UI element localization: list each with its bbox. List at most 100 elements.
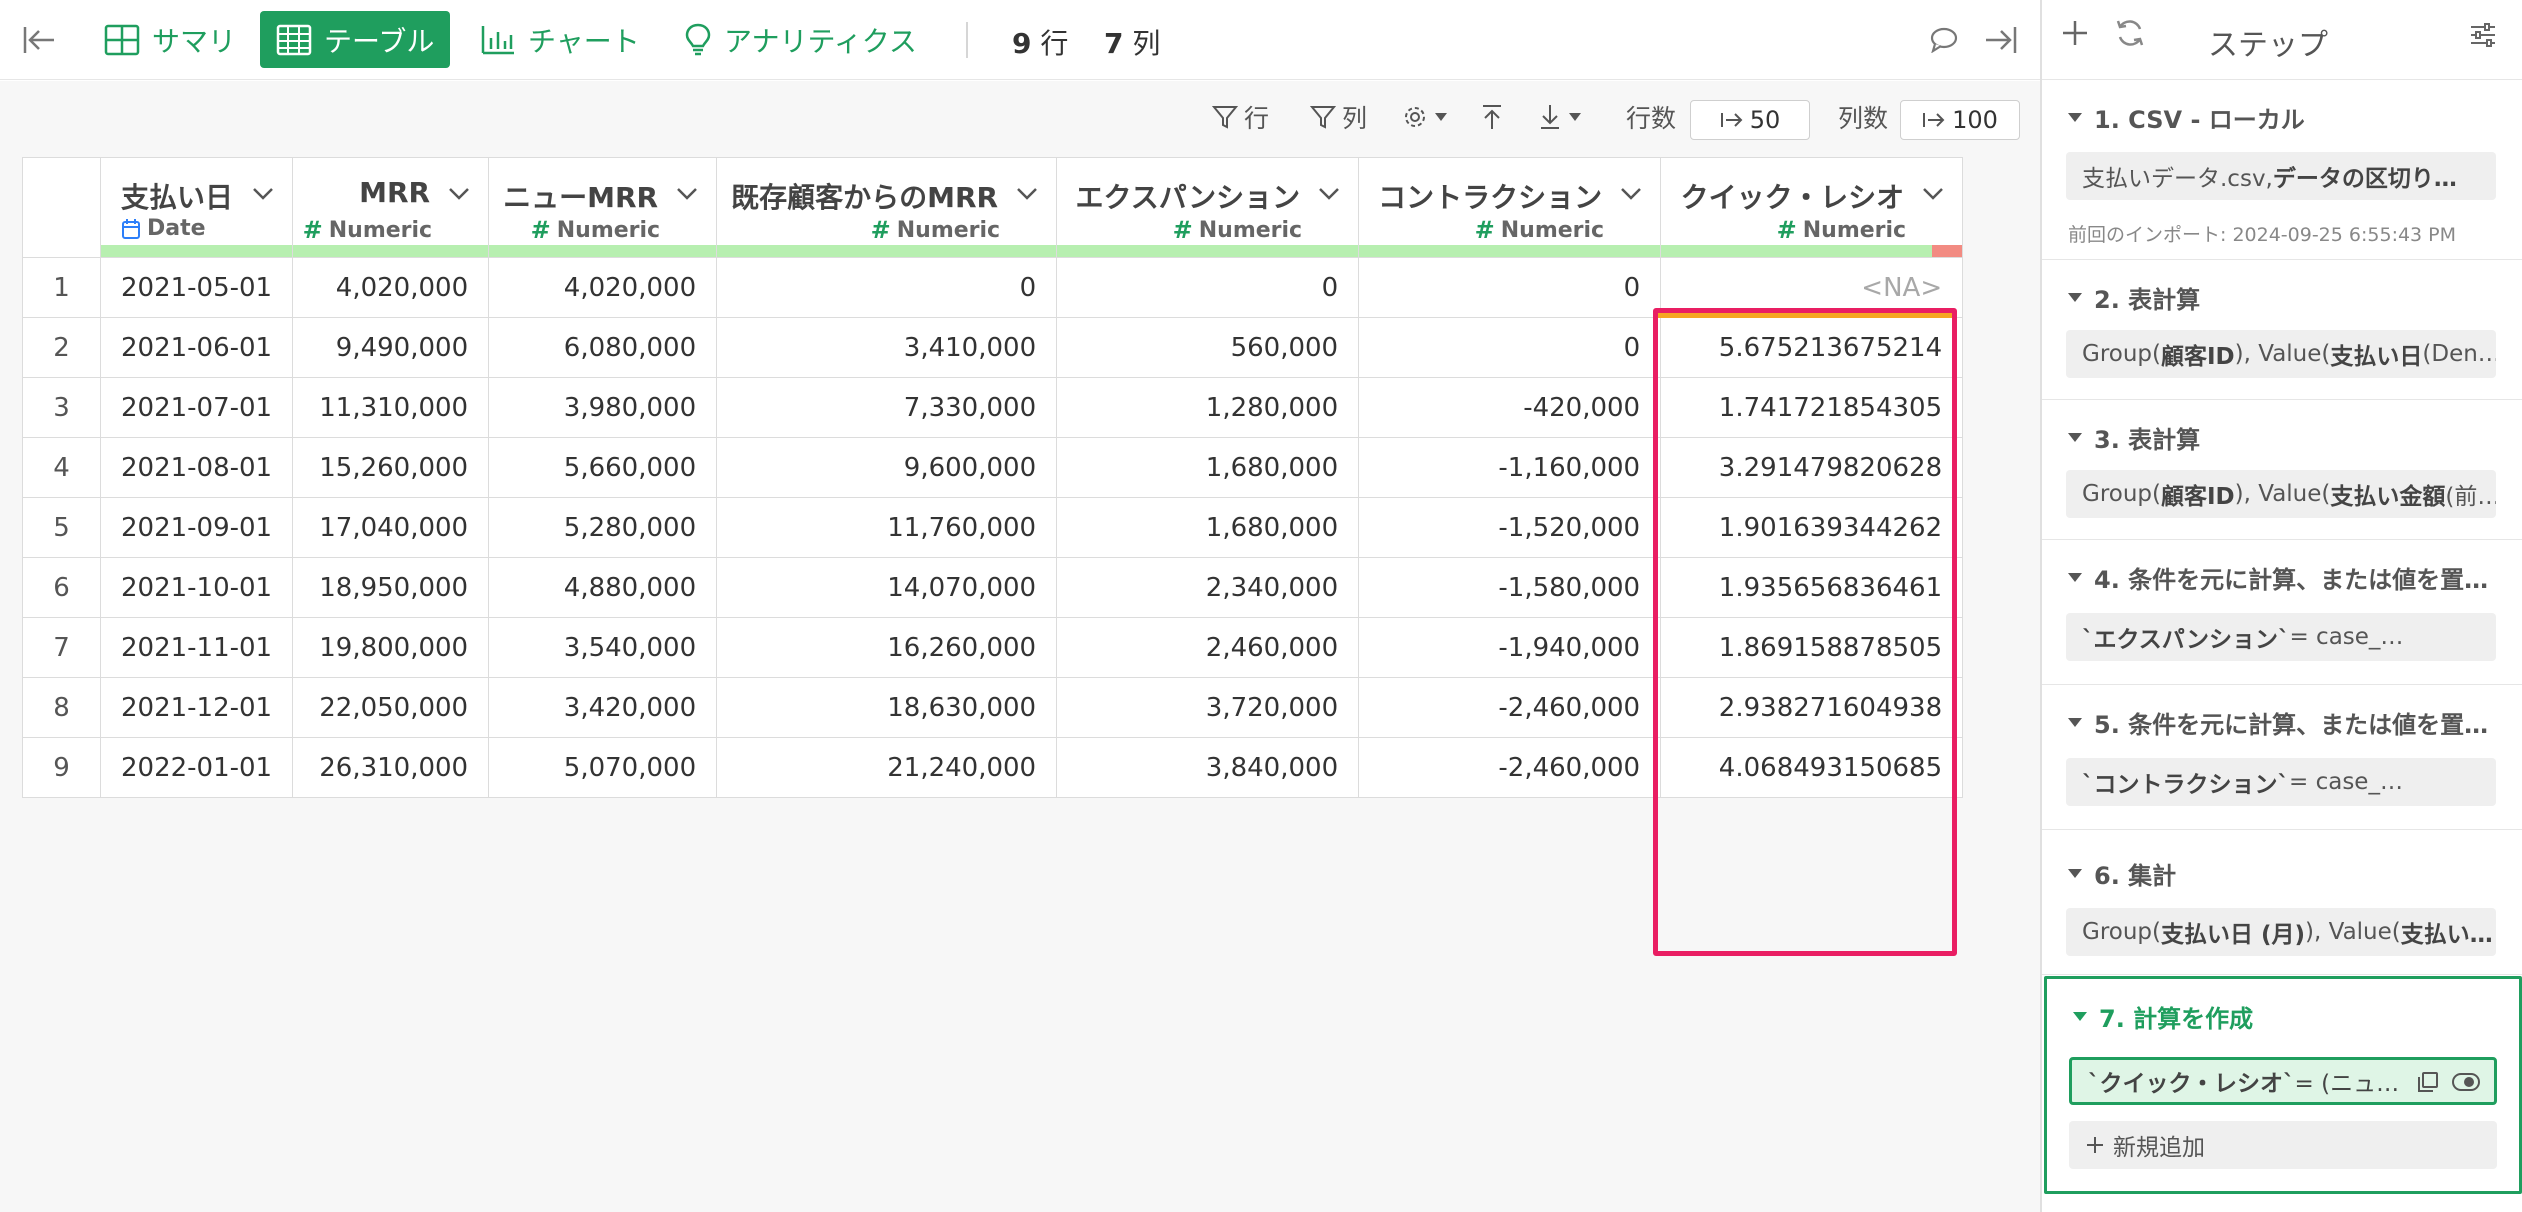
table-cell[interactable]: 2,460,000	[1056, 617, 1360, 678]
comment-icon[interactable]	[1922, 18, 1966, 62]
table-cell[interactable]: 560,000	[1056, 317, 1360, 378]
copy-icon[interactable]	[2416, 1070, 2440, 1094]
download-dropdown[interactable]	[1538, 99, 1582, 135]
table-cell[interactable]: 14,070,000	[716, 557, 1058, 618]
table-cell[interactable]: 2022-01-01	[99, 737, 294, 798]
table-cell[interactable]: 21,240,000	[716, 737, 1058, 798]
step-3[interactable]: 3. 表計算 Group(顧客ID), Value(支払い金額 (前…	[2042, 400, 2522, 540]
tab-analytics[interactable]: アナリティクス	[668, 11, 933, 68]
table-cell[interactable]: 3,410,000	[716, 317, 1058, 378]
table-cell[interactable]: 15,260,000	[292, 437, 490, 498]
table-cell[interactable]: -1,580,000	[1358, 557, 1662, 618]
add-new-step-button[interactable]: 新規追加	[2069, 1121, 2497, 1169]
chevron-down-icon[interactable]	[250, 180, 276, 206]
step-4-detail[interactable]: `エクスパンション` = case_…	[2066, 613, 2496, 661]
chevron-down-icon[interactable]	[1316, 180, 1342, 206]
table-cell[interactable]: 0	[716, 257, 1058, 318]
refresh-icon[interactable]	[2114, 18, 2158, 62]
table-cell[interactable]: -1,940,000	[1358, 617, 1662, 678]
table-cell[interactable]: 5,280,000	[488, 497, 718, 558]
table-cell[interactable]: -2,460,000	[1358, 737, 1662, 798]
tab-table[interactable]: テーブル	[260, 11, 451, 68]
step-2[interactable]: 2. 表計算 Group(顧客ID), Value(支払い日 (Den…	[2042, 260, 2522, 400]
table-cell[interactable]: 3,840,000	[1056, 737, 1360, 798]
column-header-new-mrr[interactable]: ニューMRR # Numeric	[488, 157, 718, 258]
step-2-detail[interactable]: Group(顧客ID), Value(支払い日 (Den…	[2066, 330, 2496, 378]
plus-icon[interactable]	[2060, 18, 2104, 62]
table-cell[interactable]: 4.068493150685	[1660, 737, 1964, 798]
cols-limit-input[interactable]: 100	[1900, 100, 2020, 140]
rows-limit-input[interactable]: 50	[1690, 100, 1810, 140]
column-filter-button[interactable]: 列	[1310, 99, 1367, 135]
column-header-contraction[interactable]: コントラクション # Numeric	[1358, 157, 1662, 258]
table-cell[interactable]: 22,050,000	[292, 677, 490, 738]
table-cell[interactable]: 4,880,000	[488, 557, 718, 618]
eye-icon[interactable]	[2452, 1070, 2480, 1094]
table-cell[interactable]: 5.675213675214	[1660, 317, 1964, 378]
table-cell[interactable]: 2021-09-01	[99, 497, 294, 558]
column-header-expansion[interactable]: エクスパンション # Numeric	[1056, 157, 1360, 258]
collapse-left-icon[interactable]	[14, 17, 64, 63]
table-cell[interactable]: 1,680,000	[1056, 497, 1360, 558]
table-cell[interactable]: 3,540,000	[488, 617, 718, 678]
table-cell[interactable]: 2,340,000	[1056, 557, 1360, 618]
table-cell[interactable]: 18,630,000	[716, 677, 1058, 738]
table-cell[interactable]: 1,680,000	[1056, 437, 1360, 498]
table-cell[interactable]: 5,070,000	[488, 737, 718, 798]
table-cell[interactable]: -1,520,000	[1358, 497, 1662, 558]
chevron-down-icon[interactable]	[446, 180, 472, 206]
column-header-quick-ratio[interactable]: クイック・レシオ # Numeric	[1660, 157, 1964, 258]
table-cell[interactable]: 3,980,000	[488, 377, 718, 438]
table-cell[interactable]: 11,760,000	[716, 497, 1058, 558]
table-cell[interactable]: 2021-10-01	[99, 557, 294, 618]
table-cell[interactable]: 2021-08-01	[99, 437, 294, 498]
table-cell[interactable]: 2021-05-01	[99, 257, 294, 318]
table-cell[interactable]: 0	[1358, 317, 1662, 378]
upload-button[interactable]	[1480, 99, 1504, 135]
table-cell[interactable]: 9,600,000	[716, 437, 1058, 498]
table-cell[interactable]: -1,160,000	[1358, 437, 1662, 498]
table-cell[interactable]: 16,260,000	[716, 617, 1058, 678]
table-cell[interactable]: -420,000	[1358, 377, 1662, 438]
table-cell[interactable]: 3,420,000	[488, 677, 718, 738]
expand-right-icon[interactable]	[1976, 17, 2026, 63]
tab-summary[interactable]: サマリ	[88, 11, 252, 68]
table-cell[interactable]: 2021-07-01	[99, 377, 294, 438]
step-6-detail[interactable]: Group(支払い日 (月)), Value(支払い…	[2066, 908, 2496, 956]
step-1-detail[interactable]: 支払いデータ.csv, データの区切り…	[2066, 152, 2496, 200]
chevron-down-icon[interactable]	[1014, 180, 1040, 206]
table-cell[interactable]: 18,950,000	[292, 557, 490, 618]
table-cell[interactable]: 2.938271604938	[1660, 677, 1964, 738]
table-cell[interactable]: 1,280,000	[1056, 377, 1360, 438]
table-cell[interactable]: 6,080,000	[488, 317, 718, 378]
table-cell[interactable]: 17,040,000	[292, 497, 490, 558]
table-cell[interactable]: 4,020,000	[292, 257, 490, 318]
column-header-mrr[interactable]: MRR # Numeric	[292, 157, 490, 258]
step-4[interactable]: 4. 条件を元に計算、または値を置… `エクスパンション` = case_…	[2042, 540, 2522, 685]
table-cell[interactable]: 5,660,000	[488, 437, 718, 498]
table-cell[interactable]: 2021-11-01	[99, 617, 294, 678]
table-cell[interactable]: 1.935656836461	[1660, 557, 1964, 618]
step-7-detail[interactable]: `クイック・レシオ` = (ニュ…	[2069, 1057, 2497, 1105]
table-cell[interactable]: 1.741721854305	[1660, 377, 1964, 438]
table-cell[interactable]: <NA>	[1660, 257, 1964, 318]
table-cell[interactable]: 4,020,000	[488, 257, 718, 318]
table-cell[interactable]: 7,330,000	[716, 377, 1058, 438]
step-5[interactable]: 5. 条件を元に計算、または値を置… `コントラクション` = case_…	[2042, 685, 2522, 830]
chevron-down-icon[interactable]	[1618, 180, 1644, 206]
step-3-detail[interactable]: Group(顧客ID), Value(支払い金額 (前…	[2066, 470, 2496, 518]
table-cell[interactable]: 26,310,000	[292, 737, 490, 798]
table-cell[interactable]: 2021-06-01	[99, 317, 294, 378]
table-cell[interactable]: 0	[1358, 257, 1662, 318]
table-cell[interactable]: 2021-12-01	[99, 677, 294, 738]
step-7-selected[interactable]: 7. 計算を作成 `クイック・レシオ` = (ニュ… 新規追加	[2044, 976, 2522, 1194]
column-header-payment-date[interactable]: 支払い日 Date	[99, 157, 294, 258]
table-cell[interactable]: 11,310,000	[292, 377, 490, 438]
table-cell[interactable]: 1.869158878505	[1660, 617, 1964, 678]
step-5-detail[interactable]: `コントラクション` = case_…	[2066, 758, 2496, 806]
step-6[interactable]: 6. 集計 Group(支払い日 (月)), Value(支払い…	[2042, 830, 2522, 975]
column-header-existing-mrr[interactable]: 既存顧客からのMRR # Numeric	[716, 157, 1058, 258]
table-cell[interactable]: 3.291479820628	[1660, 437, 1964, 498]
table-cell[interactable]: 3,720,000	[1056, 677, 1360, 738]
table-cell[interactable]: -2,460,000	[1358, 677, 1662, 738]
